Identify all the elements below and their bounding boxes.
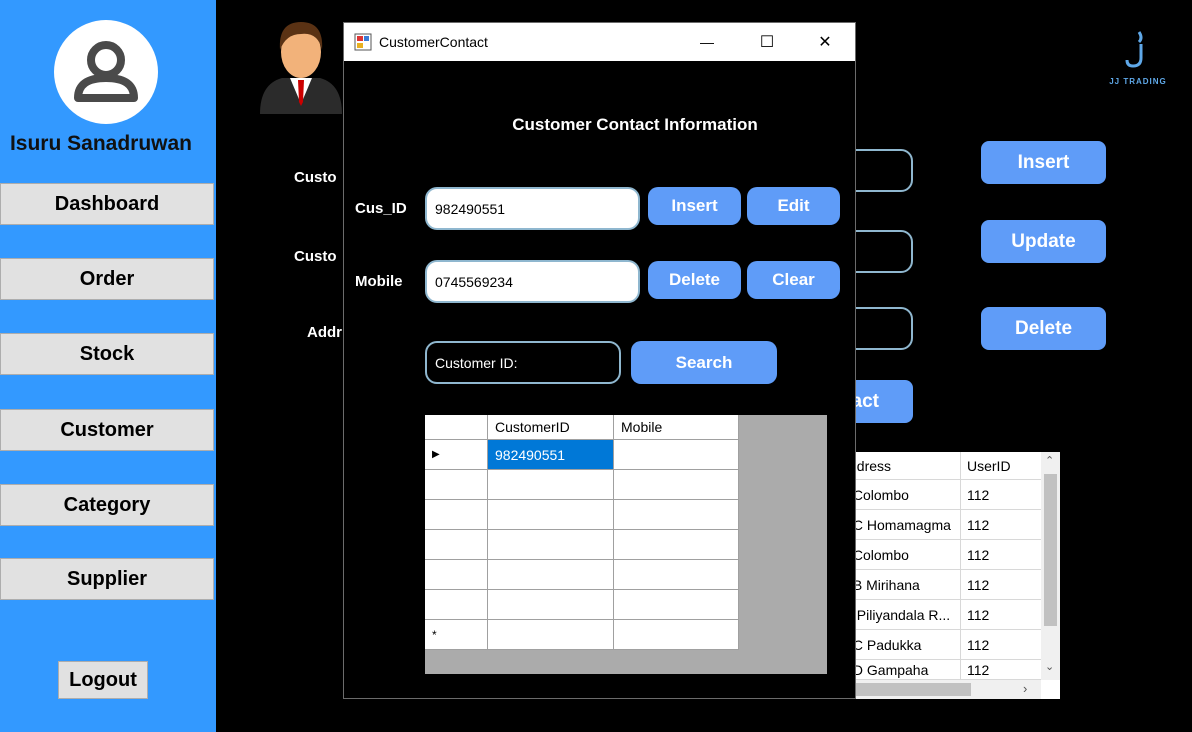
grid-cell[interactable]: 112: [961, 540, 1041, 570]
customer-name-label: Custo: [294, 248, 337, 265]
dialog-heading: Customer Contact Information: [512, 115, 758, 134]
nav-supplier-button[interactable]: Supplier: [0, 558, 214, 600]
dialog-insert-button[interactable]: Insert: [648, 187, 741, 225]
grid-header-userid[interactable]: UserID: [961, 452, 1041, 480]
customer-contact-dialog: CustomerContact — ☐ ✕ Customer Contact I…: [343, 22, 856, 699]
grid-cell[interactable]: [614, 440, 739, 470]
grid-cell[interactable]: .Colombo: [843, 540, 961, 570]
logout-button[interactable]: Logout: [58, 661, 148, 699]
grid-corner-header[interactable]: [425, 415, 488, 440]
grid-cell[interactable]: /Colombo: [843, 480, 961, 510]
main-insert-button[interactable]: Insert: [981, 141, 1106, 184]
cus-id-label: Cus_ID: [355, 200, 407, 217]
grid-cell[interactable]: /B Mirihana: [843, 570, 961, 600]
grid-cell[interactable]: [614, 500, 739, 530]
current-row-arrow-icon: ▶: [432, 449, 440, 460]
dialog-titlebar[interactable]: CustomerContact — ☐ ✕: [344, 23, 855, 61]
row-header[interactable]: [425, 590, 488, 620]
dialog-title: CustomerContact: [379, 34, 488, 50]
grid-cell-new[interactable]: [488, 620, 614, 650]
scroll-up-icon[interactable]: ⌃: [1045, 454, 1054, 467]
cus-id-field[interactable]: 982490551: [425, 187, 640, 230]
customer-grid[interactable]: ddress UserID /Colombo 112 /C Homamagma …: [843, 452, 1060, 699]
businessman-image: [260, 14, 342, 119]
dialog-clear-button[interactable]: Clear: [747, 261, 840, 299]
grid-cell[interactable]: [614, 560, 739, 590]
grid-cell[interactable]: 112: [961, 510, 1041, 540]
grid-cell[interactable]: [488, 530, 614, 560]
nav-customer-button[interactable]: Customer: [0, 409, 214, 451]
grid-cell[interactable]: [488, 500, 614, 530]
grid-cell[interactable]: . Piliyandala R...: [843, 600, 961, 630]
dialog-delete-button[interactable]: Delete: [648, 261, 741, 299]
grid-cell[interactable]: /C Homamagma: [843, 510, 961, 540]
h-scrollbar-thumb[interactable]: [843, 683, 971, 696]
scroll-right-icon[interactable]: ›: [1023, 681, 1027, 696]
app-form-icon: [354, 33, 372, 56]
grid-cell[interactable]: 112: [961, 480, 1041, 510]
search-input[interactable]: Customer ID:: [425, 341, 621, 384]
row-header[interactable]: [425, 560, 488, 590]
grid-cell-new[interactable]: [614, 620, 739, 650]
search-button[interactable]: Search: [631, 341, 777, 384]
grid-cell[interactable]: [488, 590, 614, 620]
main-delete-button[interactable]: Delete: [981, 307, 1106, 350]
grid-cell[interactable]: /D Gampaha: [843, 660, 961, 680]
grid-cell[interactable]: [614, 590, 739, 620]
customer-label: Custo: [294, 169, 337, 186]
row-header[interactable]: [425, 530, 488, 560]
grid-cell[interactable]: 112: [961, 600, 1041, 630]
grid-cell[interactable]: [488, 560, 614, 590]
scroll-down-icon[interactable]: ⌄: [1045, 660, 1054, 673]
jj-logo-icon: [1125, 31, 1143, 68]
row-header[interactable]: [425, 500, 488, 530]
grid-cell[interactable]: [488, 470, 614, 500]
nav-stock-button[interactable]: Stock: [0, 333, 214, 375]
grid-header-customerid[interactable]: CustomerID: [488, 415, 614, 440]
maximize-icon[interactable]: ☐: [742, 27, 792, 57]
horizontal-scrollbar[interactable]: ›: [843, 680, 1041, 699]
dialog-edit-button[interactable]: Edit: [747, 187, 840, 225]
mobile-label: Mobile: [355, 273, 403, 290]
grid-cell[interactable]: /C Padukka: [843, 630, 961, 660]
minimize-icon[interactable]: —: [682, 27, 732, 57]
sidebar: Isuru Sanadruwan Dashboard Order Stock C…: [0, 0, 216, 732]
new-row-header[interactable]: *: [425, 620, 488, 650]
mobile-field[interactable]: 0745569234: [425, 260, 640, 303]
vertical-scrollbar[interactable]: ⌃ ⌄: [1041, 452, 1060, 680]
brand-logo: JJ TRADING: [1098, 28, 1178, 86]
grid-cell-selected[interactable]: 982490551: [488, 440, 614, 470]
row-header-current[interactable]: ▶: [425, 440, 488, 470]
logo-text: JJ TRADING: [1109, 77, 1167, 86]
grid-cell[interactable]: [614, 470, 739, 500]
grid-cell[interactable]: 112: [961, 570, 1041, 600]
contact-grid[interactable]: CustomerID Mobile ▶ 982490551 *: [425, 415, 827, 674]
grid-cell[interactable]: 112: [961, 660, 1041, 680]
row-header[interactable]: [425, 470, 488, 500]
user-icon: [74, 41, 138, 102]
main-update-button[interactable]: Update: [981, 220, 1106, 263]
grid-header-address[interactable]: ddress: [843, 452, 961, 480]
nav-category-button[interactable]: Category: [0, 484, 214, 526]
grid-header-mobile[interactable]: Mobile: [614, 415, 739, 440]
grid-cell[interactable]: [614, 530, 739, 560]
user-name: Isuru Sanadruwan: [9, 132, 193, 155]
nav-dashboard-button[interactable]: Dashboard: [0, 183, 214, 225]
new-row-asterisk-icon: *: [432, 627, 437, 642]
address-label: Addr: [307, 324, 342, 341]
scrollbar-thumb[interactable]: [1044, 474, 1057, 626]
user-avatar: [54, 20, 158, 124]
close-icon[interactable]: ✕: [800, 27, 850, 57]
nav-order-button[interactable]: Order: [0, 258, 214, 300]
grid-cell[interactable]: 112: [961, 630, 1041, 660]
